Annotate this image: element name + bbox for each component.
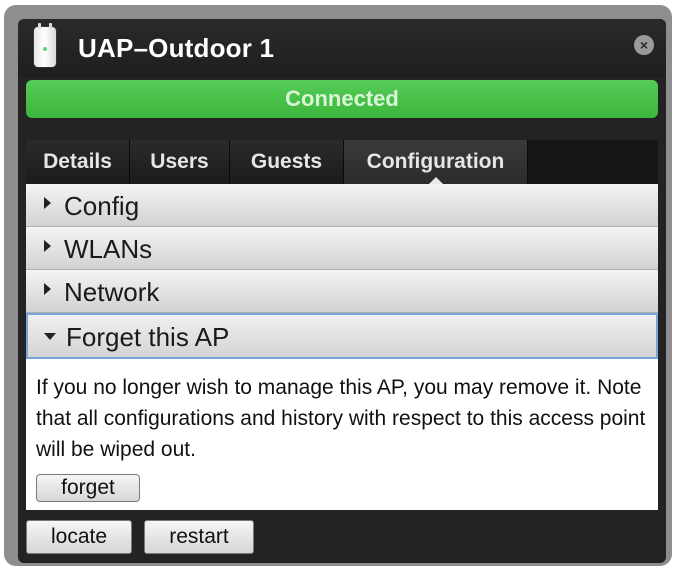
section-label: Config <box>64 191 140 221</box>
section-label: Network <box>64 277 160 307</box>
window-frame: UAP–Outdoor 1 × Connected Details Users … <box>4 5 672 566</box>
chevron-right-icon <box>44 240 51 252</box>
access-point-icon <box>34 23 56 67</box>
chevron-right-icon <box>44 283 51 295</box>
section-label: Forget this AP <box>66 322 230 352</box>
status-badge: Connected <box>26 80 658 118</box>
tab-guests[interactable]: Guests <box>230 140 344 184</box>
forget-button[interactable]: forget <box>36 474 140 502</box>
restart-button[interactable]: restart <box>144 520 254 554</box>
locate-button[interactable]: locate <box>26 520 132 554</box>
title-bar: UAP–Outdoor 1 × <box>18 19 666 77</box>
chevron-down-icon <box>44 333 56 340</box>
tab-details[interactable]: Details <box>26 140 130 184</box>
section-label: WLANs <box>64 234 153 264</box>
section-forget-ap[interactable]: Forget this AP <box>26 313 658 359</box>
tab-users[interactable]: Users <box>130 140 230 184</box>
section-network[interactable]: Network <box>26 270 658 313</box>
forget-description: If you no longer wish to manage this AP,… <box>36 376 646 461</box>
configuration-panel: Config WLANs Network Forget this AP If y… <box>26 184 658 510</box>
section-wlans[interactable]: WLANs <box>26 227 658 270</box>
chevron-right-icon <box>44 197 51 209</box>
window-title: UAP–Outdoor 1 <box>78 33 275 63</box>
close-icon[interactable]: × <box>634 35 654 55</box>
section-config[interactable]: Config <box>26 184 658 227</box>
tab-configuration[interactable]: Configuration <box>344 140 528 184</box>
ap-details-window: UAP–Outdoor 1 × Connected Details Users … <box>18 19 666 563</box>
tab-bar: Details Users Guests Configuration <box>26 140 658 184</box>
